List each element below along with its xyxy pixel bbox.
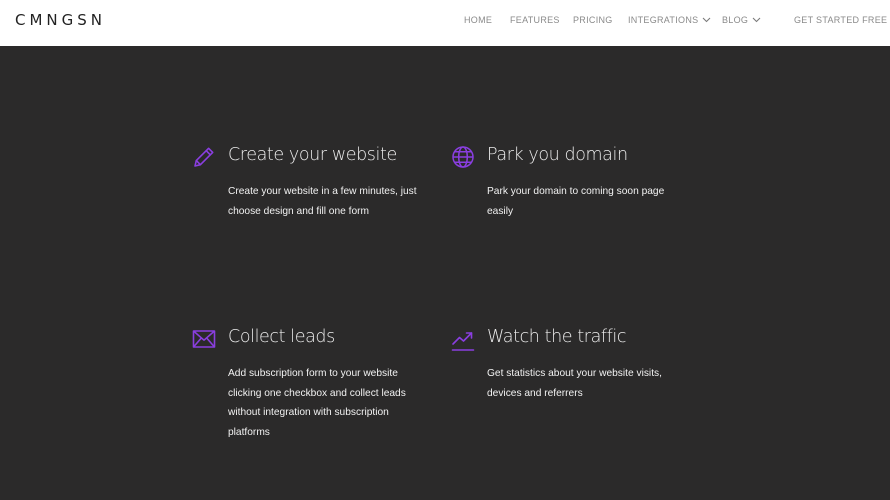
pencil-icon (192, 145, 216, 169)
trending-up-icon (451, 327, 475, 351)
feature-title: Create your website (228, 145, 397, 165)
nav-home-label: HOME (464, 15, 493, 25)
chevron-down-icon (752, 15, 761, 25)
nav-blog[interactable]: BLOG (722, 15, 761, 25)
feature-description: Get statistics about your website visits… (487, 368, 662, 399)
feature-title: Collect leads (228, 327, 335, 347)
top-navbar: CMNGSN HOME FEATURES PRICING INTEGRATION… (0, 0, 890, 46)
nav-integrations-label: INTEGRATIONS (628, 15, 699, 25)
nav-home[interactable]: HOME (464, 15, 492, 25)
features-section: Create your website Create your website … (0, 46, 890, 500)
nav-get-started-label: GET STARTED FREE (794, 15, 888, 25)
nav-pricing-label: PRICING (573, 15, 613, 25)
nav-integrations[interactable]: INTEGRATIONS (628, 15, 711, 25)
feature-title: Park you domain (487, 145, 628, 165)
envelope-icon (192, 327, 216, 351)
feature-description: Park your domain to coming soon page eas… (487, 186, 665, 217)
globe-icon (451, 145, 475, 169)
chevron-down-icon (702, 15, 711, 25)
nav-get-started-free[interactable]: GET STARTED FREE (794, 15, 887, 25)
feature-description: Add subscription form to your website cl… (228, 368, 406, 438)
nav-blog-label: BLOG (722, 15, 749, 25)
feature-title: Watch the traffic (487, 327, 627, 347)
nav-features-label: FEATURES (510, 15, 560, 25)
logo[interactable]: CMNGSN (15, 11, 106, 29)
feature-description: Create your website in a few minutes, ju… (228, 186, 417, 217)
nav-pricing[interactable]: PRICING (573, 15, 613, 25)
nav-features[interactable]: FEATURES (510, 15, 560, 25)
